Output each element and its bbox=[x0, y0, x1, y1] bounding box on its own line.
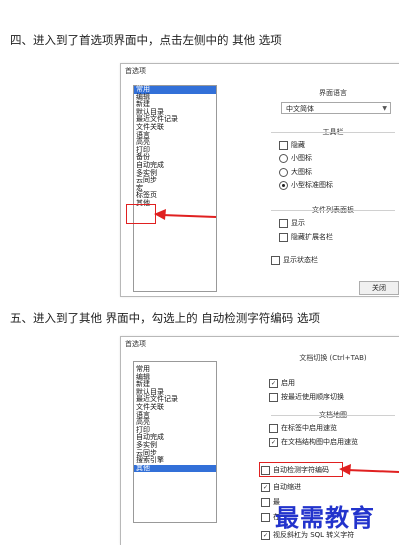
close-button[interactable]: 关闭 bbox=[359, 281, 399, 295]
switch-recent-checkbox[interactable]: 按最近使用顺序切换 bbox=[269, 392, 344, 402]
other-highlight-box bbox=[126, 204, 156, 224]
category-item-other[interactable]: 其他 bbox=[134, 464, 216, 473]
map-tab-preview-checkbox[interactable]: 在标签中启用速览 bbox=[269, 423, 337, 433]
red-arrow-icon bbox=[339, 464, 399, 475]
switch-enable-checkbox[interactable]: ✓ 启用 bbox=[269, 378, 295, 388]
statusbar-checkbox[interactable]: 显示状态栏 bbox=[271, 255, 318, 265]
language-select[interactable]: 中文简体 ▼ bbox=[281, 102, 391, 114]
dialog-title: 首选项 bbox=[125, 67, 146, 75]
divider bbox=[271, 415, 395, 416]
step-4-instruction: 四、进入到了首选项界面中，点击左侧中的 其他 选项 bbox=[10, 33, 282, 47]
category-list: 常用 编辑 新建 默认目录 最近文件记录 文件关联 语言 高亮 打印 备份 自动… bbox=[133, 85, 217, 292]
preferences-dialog-1: 首选项 常用 编辑 新建 默认目录 最近文件记录 文件关联 语言 高亮 打印 备… bbox=[120, 63, 399, 297]
language-select-value: 中文简体 bbox=[286, 105, 314, 113]
toolbar-small-radio[interactable]: 小图标 bbox=[279, 153, 312, 163]
toolbar-hide-checkbox[interactable]: 隐藏 bbox=[279, 140, 305, 150]
category-list: 常用 编辑 新建 默认目录 最近文件记录 文件关联 语言 高亮 打印 自动完成 … bbox=[133, 361, 217, 523]
doclist-show-checkbox[interactable]: 显示 bbox=[279, 218, 305, 228]
map-structure-preview-checkbox[interactable]: ✓ 在文档结构图中启用速览 bbox=[269, 437, 358, 447]
red-arrow-icon bbox=[154, 209, 217, 220]
chevron-down-icon: ▼ bbox=[382, 105, 387, 112]
doclist-hide-ext-checkbox[interactable]: 隐藏扩展名栏 bbox=[279, 232, 333, 242]
switch-group-title: 文档切换 (Ctrl+TAB) bbox=[299, 354, 367, 362]
toolbar-standard-radio[interactable]: 小型标准图标 bbox=[279, 180, 333, 190]
autodetect-highlight-box bbox=[259, 462, 343, 477]
category-item[interactable]: 云同步 bbox=[134, 177, 216, 185]
step-5-instruction: 五、进入到了其他 界面中，勾选上的 自动检测字符编码 选项 bbox=[10, 311, 320, 325]
divider bbox=[271, 210, 395, 211]
watermark-logo: 最需教育 bbox=[275, 503, 375, 532]
autoindent-checkbox[interactable]: ✓ 自动缩进 bbox=[261, 482, 301, 492]
toolbar-large-radio[interactable]: 大图标 bbox=[279, 167, 312, 177]
dialog-title: 首选项 bbox=[125, 340, 146, 348]
language-group-title: 界面语言 bbox=[319, 89, 347, 97]
divider bbox=[271, 132, 395, 133]
